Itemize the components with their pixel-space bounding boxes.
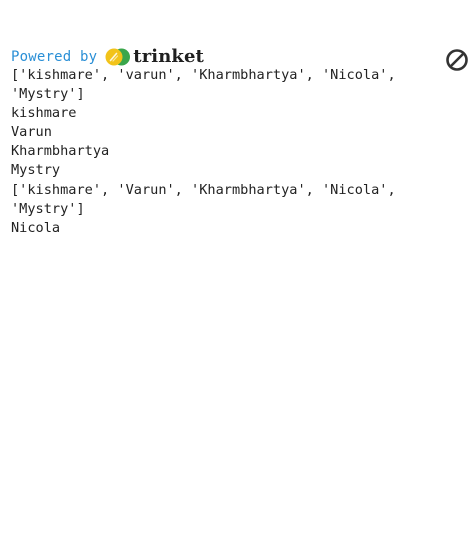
console-line: ['kishmare', 'varun', 'Kharmbhartya', 'N… xyxy=(11,67,396,83)
trinket-logo-icon xyxy=(105,48,131,66)
powered-by-label: Powered by xyxy=(11,49,98,65)
powered-by-trinket-link[interactable]: Powered by trinket xyxy=(11,46,204,68)
console-output: ['kishmare', 'varun', 'Kharmbhartya', 'N… xyxy=(11,66,451,238)
console-line: kishmare xyxy=(11,105,77,122)
trinket-output-page: Powered by trinket ['kishmare', 'varun',… xyxy=(0,0,474,541)
console-line: 'Mystry'] xyxy=(11,86,85,103)
console-line: Varun xyxy=(11,124,52,141)
trinket-wordmark: trinket xyxy=(133,46,204,67)
console-line: 'Mystry'] xyxy=(11,200,85,217)
console-line: Kharmbhartya xyxy=(11,143,110,160)
console-line: ['kishmare', 'Varun', 'Kharmbhartya', 'N… xyxy=(11,181,396,198)
console-line: Mystry xyxy=(11,162,61,179)
console-line: Nicola xyxy=(11,219,61,236)
trinket-logo: trinket xyxy=(105,46,204,68)
